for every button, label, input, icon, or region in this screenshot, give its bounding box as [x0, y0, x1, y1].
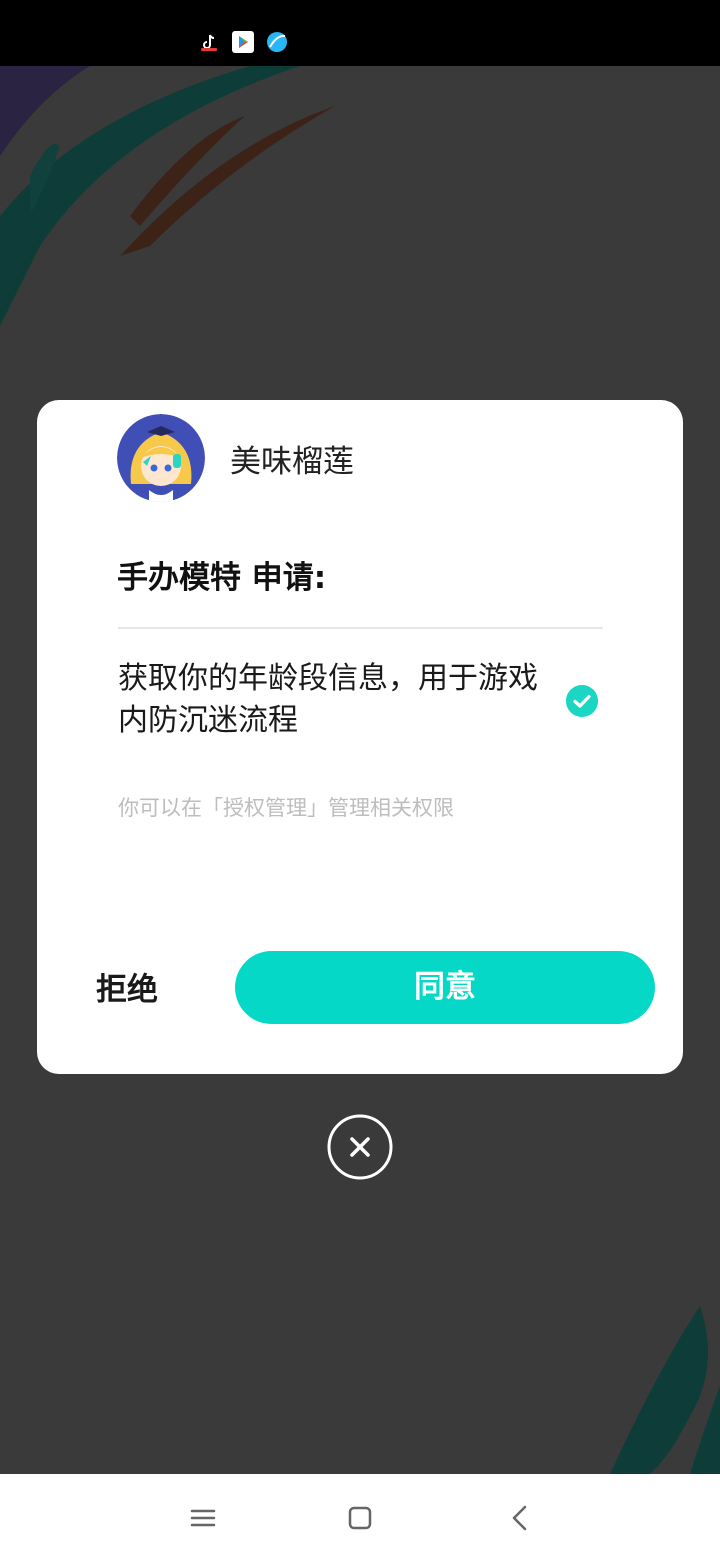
close-icon[interactable]: [327, 1114, 393, 1180]
agree-button[interactable]: 同意: [235, 951, 655, 1024]
permission-hint: 你可以在「授权管理」管理相关权限: [118, 796, 454, 820]
menu-icon[interactable]: [181, 1498, 225, 1538]
authorization-dialog: 美味榴莲 手办模特 申请: 获取你的年龄段信息，用于游戏内防沉迷流程 你可以在「…: [37, 400, 683, 1074]
navigation-bar: [0, 1474, 720, 1560]
app-avatar: [117, 414, 205, 502]
reject-button[interactable]: 拒绝: [96, 964, 158, 1009]
app-name: 美味榴莲: [230, 444, 354, 480]
browser-icon: [267, 32, 287, 52]
home-icon[interactable]: [338, 1498, 382, 1538]
play-store-icon: [232, 31, 254, 53]
status-icons: [198, 31, 288, 53]
request-title: 手办模特 申请:: [117, 560, 327, 596]
back-icon[interactable]: [498, 1498, 542, 1538]
divider: [118, 627, 603, 629]
permission-description: 获取你的年龄段信息，用于游戏内防沉迷流程: [118, 661, 538, 738]
status-bar: [0, 0, 720, 66]
tiktok-icon: [198, 31, 220, 53]
check-icon[interactable]: [566, 685, 598, 717]
